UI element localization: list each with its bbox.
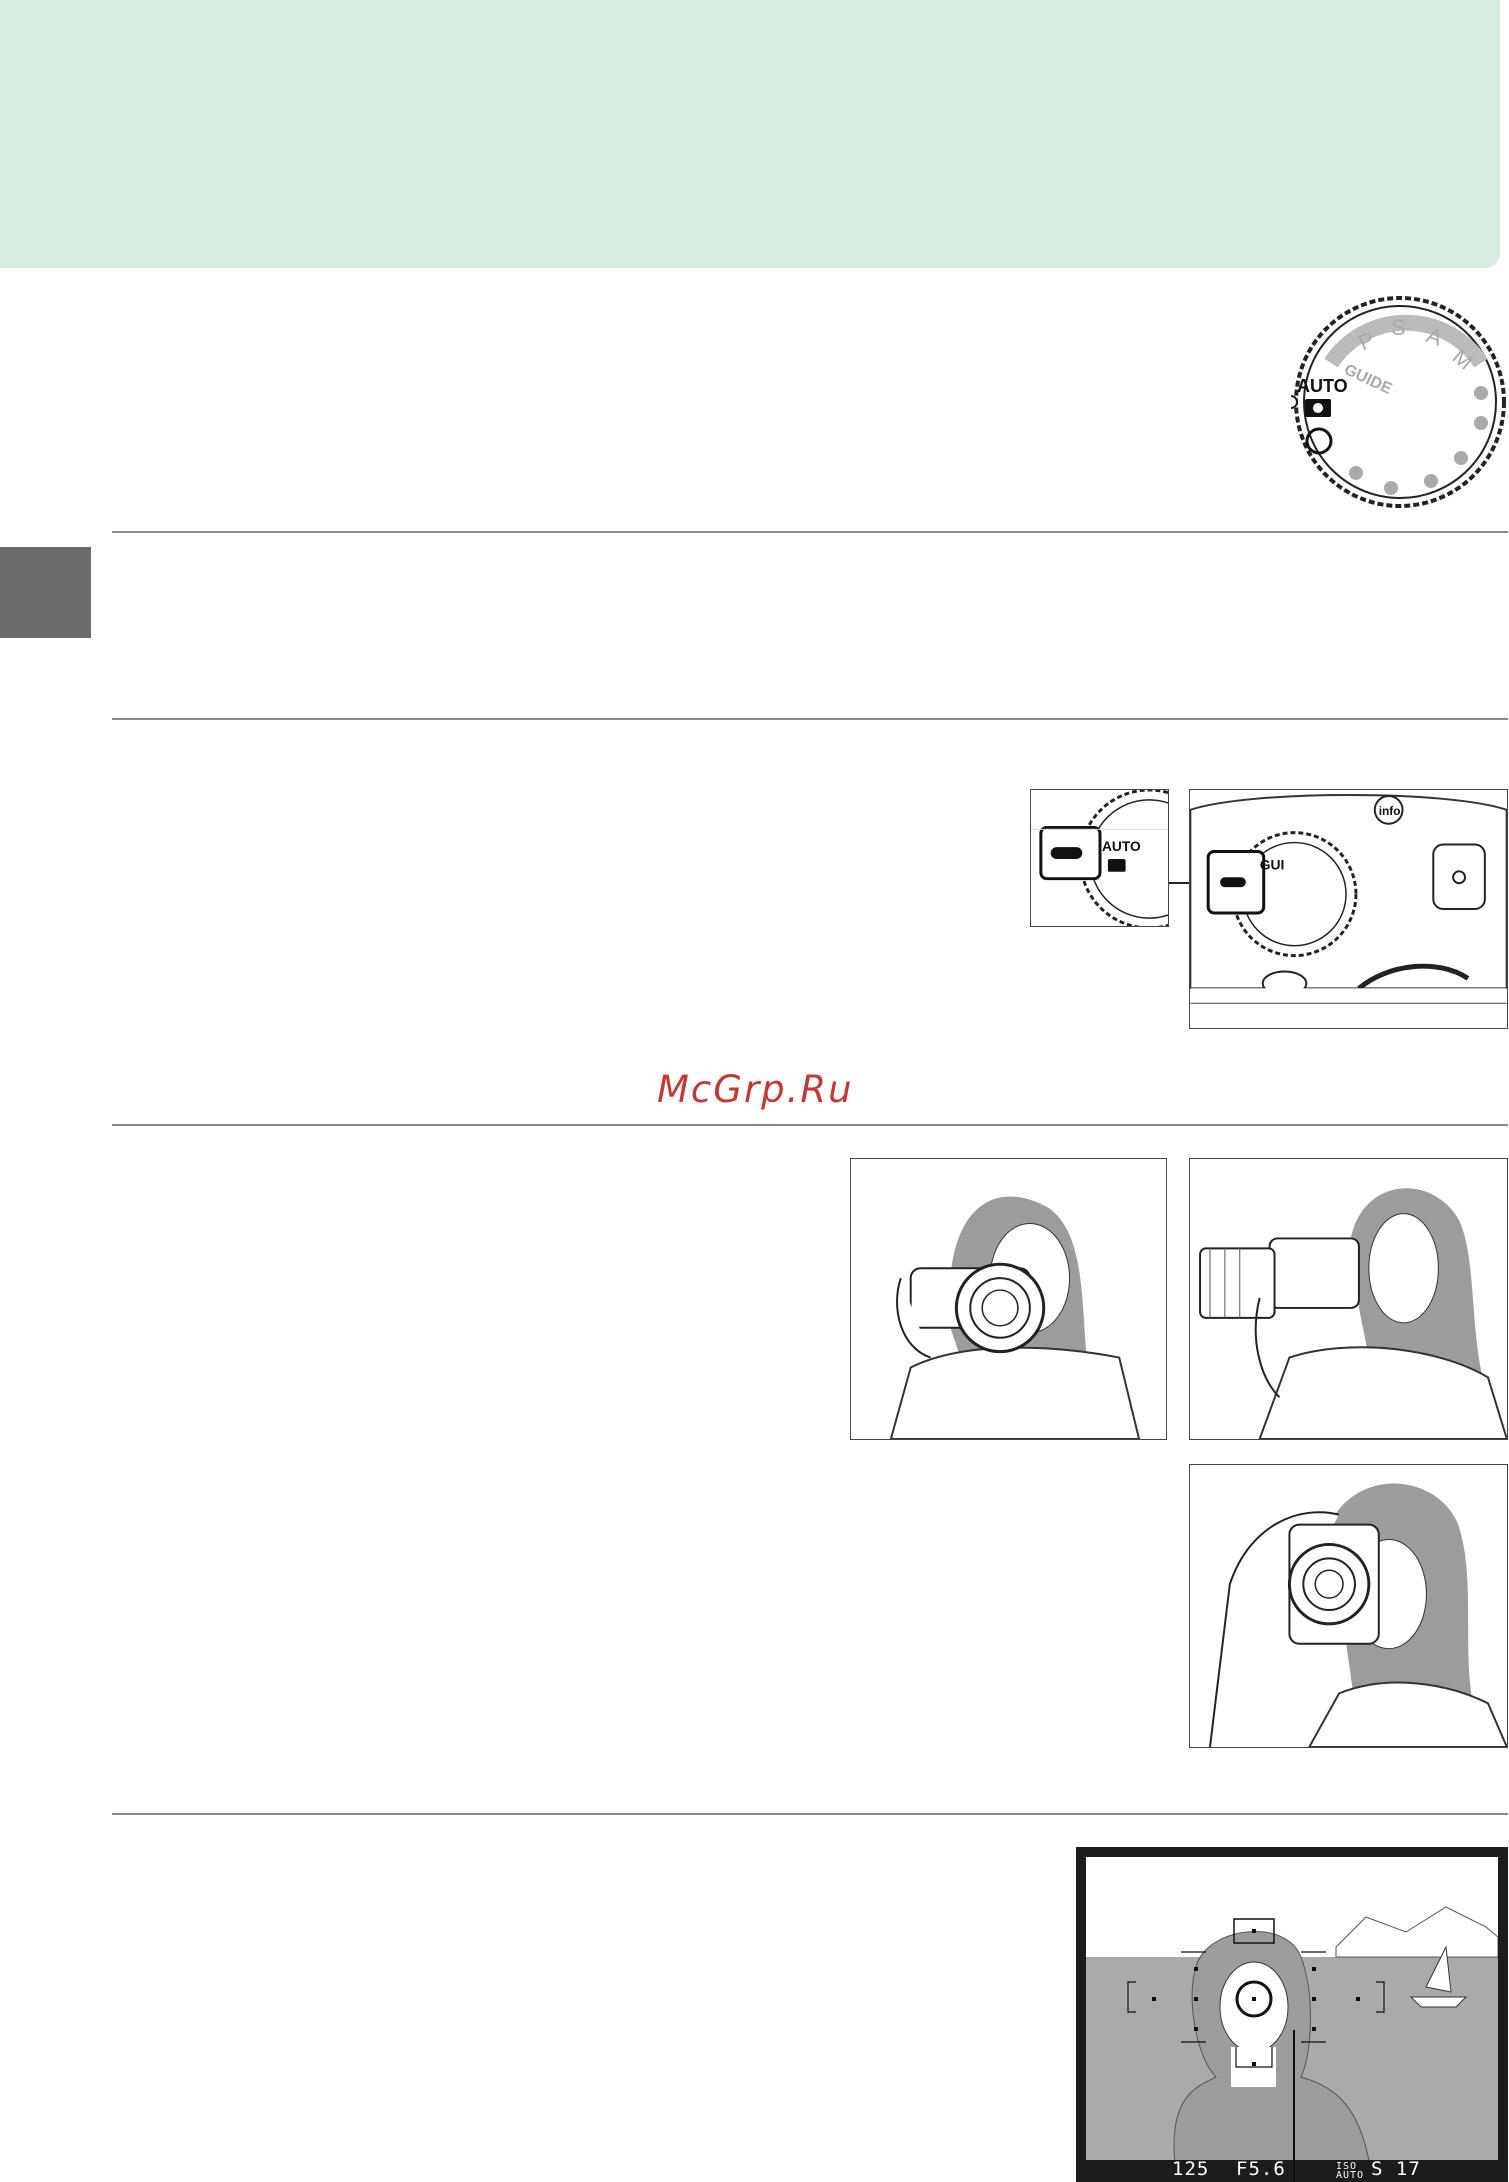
chapter-header-band (0, 0, 1500, 268)
section-divider-1 (112, 531, 1508, 533)
section-divider-4 (112, 1813, 1508, 1815)
holding-camera-side-figure (1189, 1158, 1508, 1440)
holding-camera-portrait-figure (1189, 1464, 1508, 1748)
mode-dial-illustration: P S A M GUIDE AUTO (1291, 293, 1509, 511)
mode-dial-closeup-figure: AUTO (1030, 789, 1169, 927)
watermark-text: McGrp.Ru (657, 1068, 854, 1111)
callout-connector (1169, 882, 1189, 884)
dial-label-auto: AUTO (1297, 376, 1348, 396)
section-divider-3 (112, 1124, 1508, 1126)
focus-point-callout-line (1293, 2030, 1295, 2182)
aperture-readout: F5.6 (1236, 2158, 1286, 2180)
camera-top-view-figure: GUI info (1189, 789, 1508, 1029)
frames-remaining-readout: S 17 (1371, 2158, 1421, 2180)
shutter-speed-readout: 125 (1172, 2158, 1210, 2180)
chapter-side-tab (0, 547, 91, 638)
section-divider-2 (112, 718, 1508, 720)
iso-auto-indicator: ISO AUTO (1336, 2161, 1365, 2181)
viewfinder-info-display: 125 F5.6 ISO AUTO S 17 (1086, 2158, 1498, 2181)
dial-label-s: S (1391, 315, 1406, 340)
closeup-auto-label: AUTO (1102, 839, 1141, 854)
viewfinder-figure (1076, 1847, 1508, 2182)
holding-camera-front-figure (850, 1158, 1167, 1440)
info-button-label: info (1379, 804, 1401, 818)
camera-guide-label: GUI (1260, 856, 1285, 872)
